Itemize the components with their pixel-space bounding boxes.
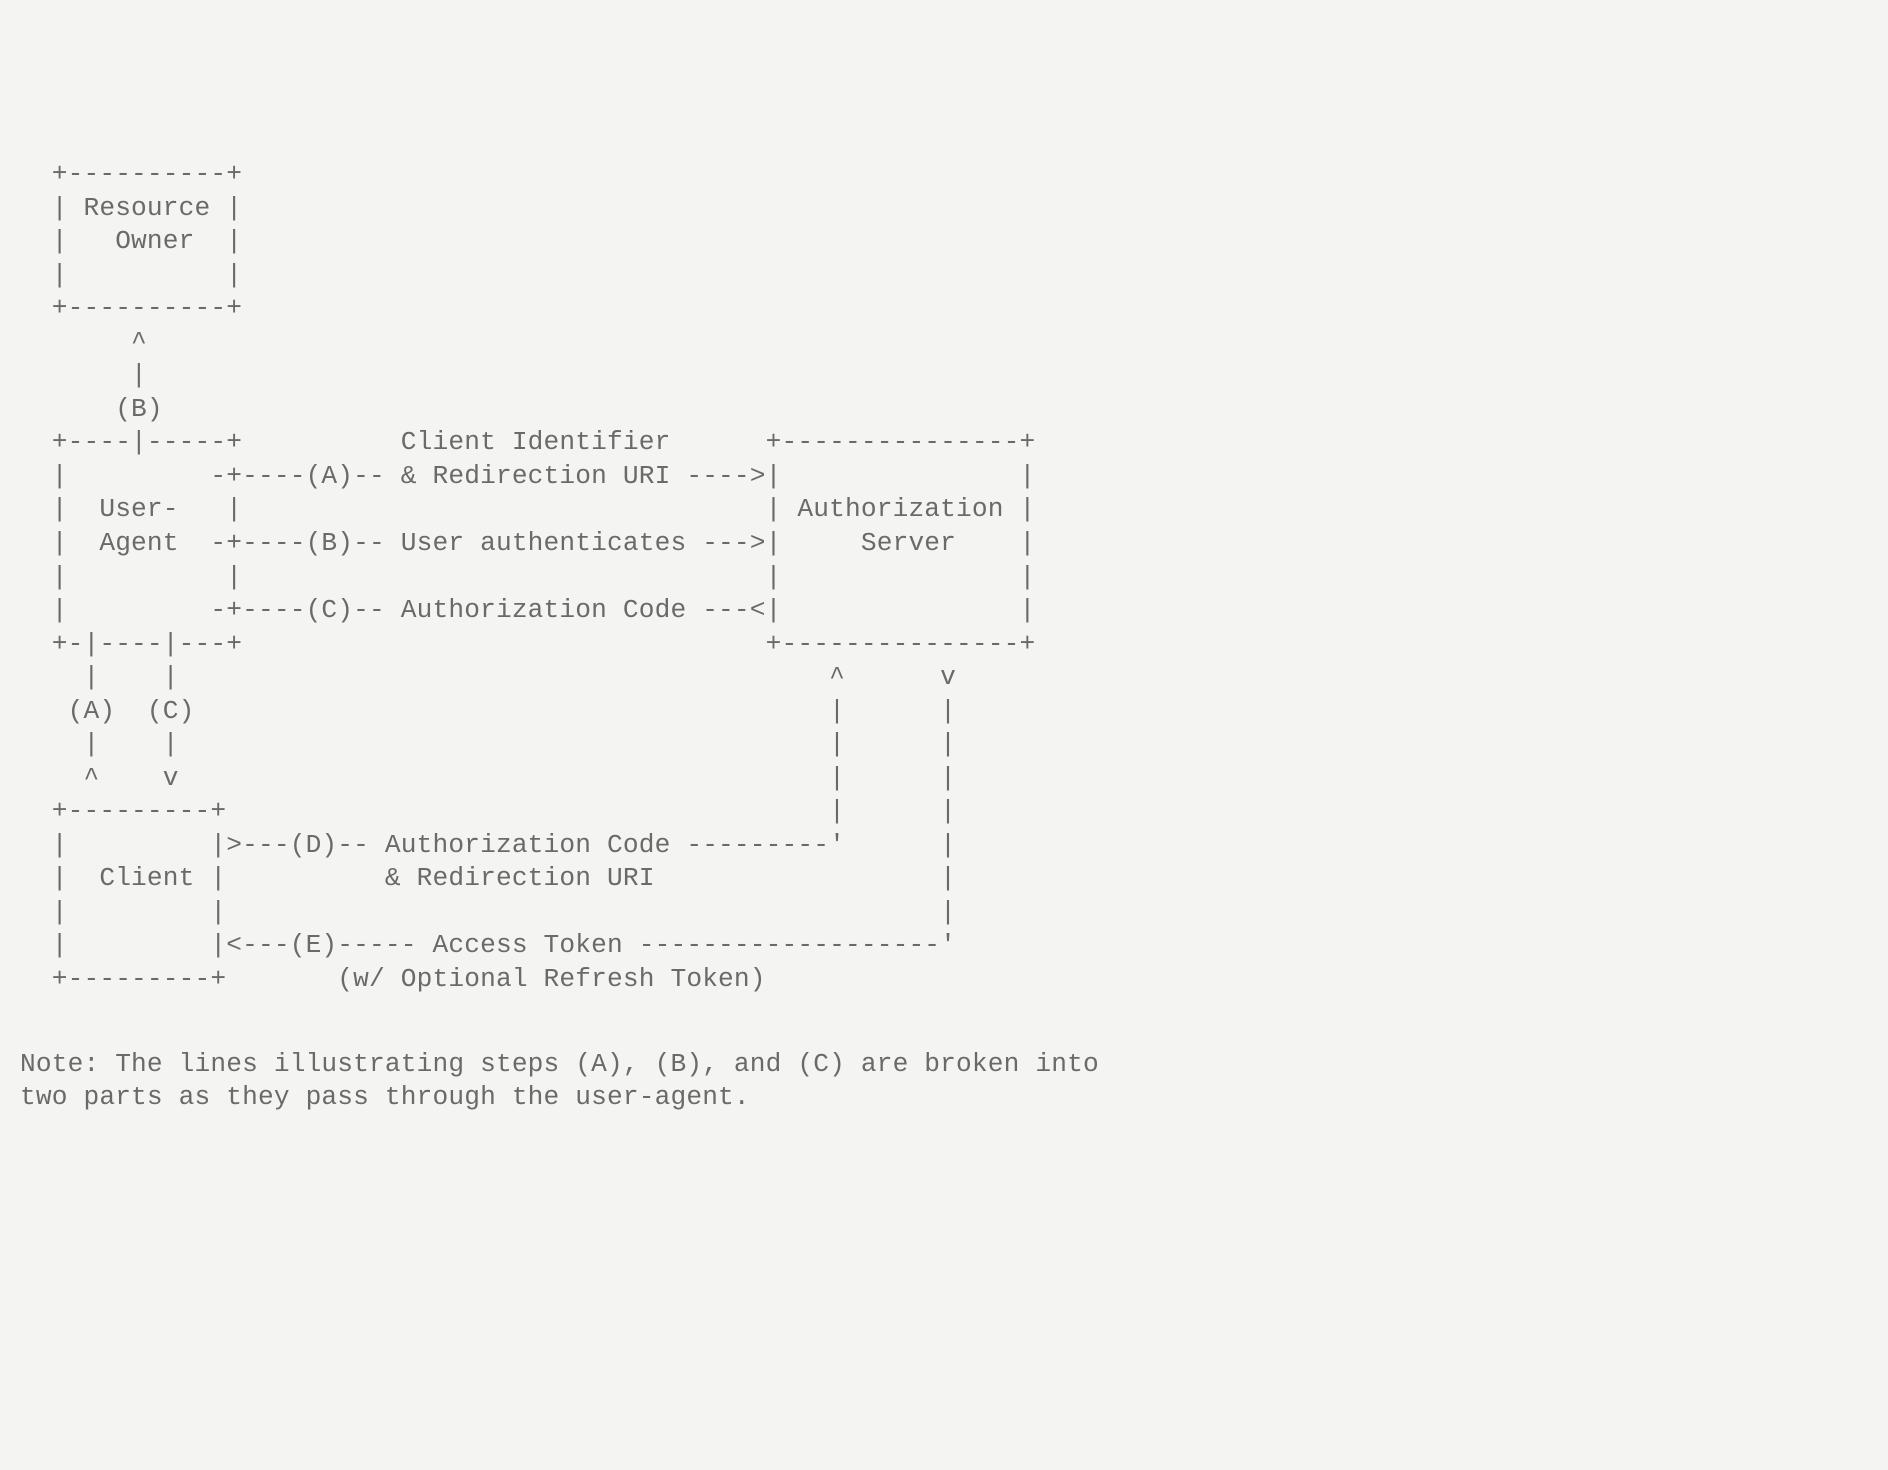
footnote: Note: The lines illustrating steps (A), … — [20, 1048, 1868, 1115]
flow-diagram: +----------+ | Resource | | Owner | | | … — [20, 158, 1868, 996]
